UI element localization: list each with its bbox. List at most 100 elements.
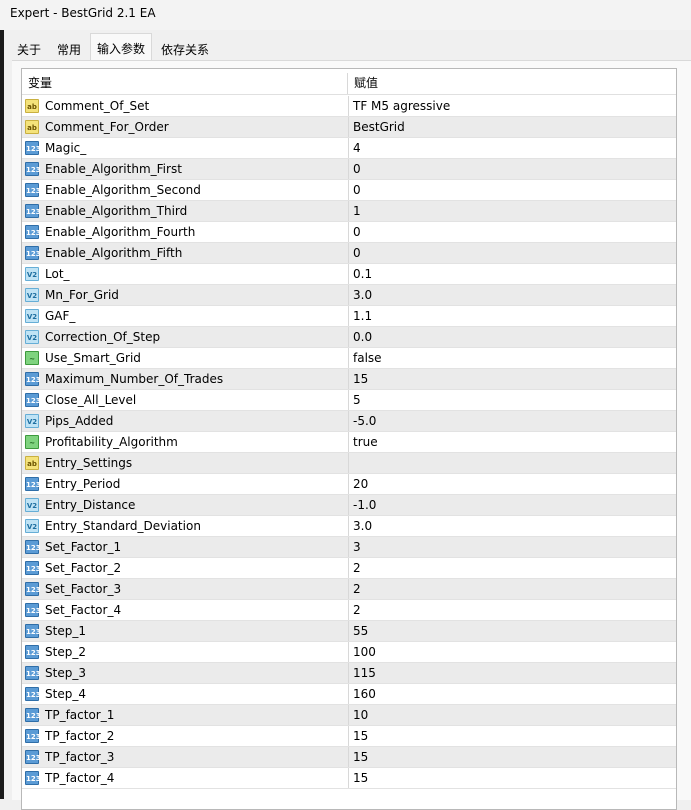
- parameter-value[interactable]: 0: [349, 159, 361, 179]
- parameter-value[interactable]: 1.1: [349, 306, 372, 326]
- parameter-name: Entry_Period: [45, 477, 121, 491]
- integer-type-icon: 123: [25, 246, 41, 260]
- integer-type-icon: 123: [25, 624, 41, 638]
- table-row[interactable]: V2 Correction_Of_Step 0.0: [22, 327, 676, 348]
- table-row[interactable]: 123 Step_1 55: [22, 621, 676, 642]
- tab-inputs[interactable]: 输入参数: [90, 33, 153, 62]
- parameter-name-cell: 123 Set_Factor_1: [22, 537, 349, 557]
- parameter-name: Enable_Algorithm_Fourth: [45, 225, 196, 239]
- parameter-value[interactable]: 1: [349, 201, 361, 221]
- parameter-name-cell: V2 Entry_Standard_Deviation: [22, 516, 349, 536]
- parameter-value[interactable]: 2: [349, 558, 361, 578]
- table-row[interactable]: ab Comment_Of_Set TF M5 agressive: [22, 96, 676, 117]
- parameter-value[interactable]: 4: [349, 138, 361, 158]
- table-row[interactable]: V2 Lot_ 0.1: [22, 264, 676, 285]
- parameter-value[interactable]: 15: [349, 768, 368, 788]
- table-row[interactable]: 123 TP_factor_4 15: [22, 768, 676, 789]
- parameter-value[interactable]: 15: [349, 726, 368, 746]
- table-row[interactable]: 123 Entry_Period 20: [22, 474, 676, 495]
- parameter-value[interactable]: 10: [349, 705, 368, 725]
- parameter-name: Set_Factor_3: [45, 582, 122, 596]
- table-row[interactable]: ab Comment_For_Order BestGrid: [22, 117, 676, 138]
- parameter-name: Step_2: [45, 645, 86, 659]
- parameter-name-cell: 123 TP_factor_2: [22, 726, 349, 746]
- table-row[interactable]: 123 Step_2 100: [22, 642, 676, 663]
- integer-type-icon: 123: [25, 225, 41, 239]
- parameter-value[interactable]: 0: [349, 243, 361, 263]
- table-row[interactable]: 123 Set_Factor_1 3: [22, 537, 676, 558]
- table-row[interactable]: 123 Magic_ 4: [22, 138, 676, 159]
- table-row[interactable]: 123 Enable_Algorithm_Fourth 0: [22, 222, 676, 243]
- parameter-name: GAF_: [45, 309, 76, 323]
- table-row[interactable]: 123 TP_factor_3 15: [22, 747, 676, 768]
- parameter-value[interactable]: true: [349, 432, 378, 452]
- table-row[interactable]: ~ Profitability_Algorithm true: [22, 432, 676, 453]
- parameter-name-cell: 123 Enable_Algorithm_Second: [22, 180, 349, 200]
- tab-common[interactable]: 常用: [50, 36, 89, 62]
- parameter-value[interactable]: 20: [349, 474, 368, 494]
- integer-type-icon: 123: [25, 603, 41, 617]
- integer-type-icon: 123: [25, 750, 41, 764]
- parameter-value[interactable]: 0.0: [349, 327, 372, 347]
- parameter-value[interactable]: 5: [349, 390, 361, 410]
- title-bar: Expert - BestGrid 2.1 EA: [0, 0, 691, 30]
- background-window-edge: [0, 0, 4, 799]
- parameter-value[interactable]: 2: [349, 579, 361, 599]
- tab-about[interactable]: 关于: [10, 36, 49, 62]
- parameter-value[interactable]: 15: [349, 747, 368, 767]
- table-row[interactable]: 123 Step_3 115: [22, 663, 676, 684]
- table-row[interactable]: 123 Enable_Algorithm_Second 0: [22, 180, 676, 201]
- table-row[interactable]: 123 Set_Factor_4 2: [22, 600, 676, 621]
- table-row[interactable]: ~ Use_Smart_Grid false: [22, 348, 676, 369]
- table-header: 变量 赋值: [22, 73, 676, 95]
- parameter-value[interactable]: BestGrid: [349, 117, 405, 137]
- parameter-value[interactable]: 160: [349, 684, 376, 704]
- tab-dependencies[interactable]: 依存关系: [154, 36, 217, 62]
- parameter-value[interactable]: false: [349, 348, 382, 368]
- parameter-value[interactable]: TF M5 agressive: [349, 96, 450, 116]
- table-row[interactable]: 123 Enable_Algorithm_First 0: [22, 159, 676, 180]
- parameter-name-cell: ~ Profitability_Algorithm: [22, 432, 349, 452]
- parameter-value[interactable]: 100: [349, 642, 376, 662]
- parameter-value[interactable]: 55: [349, 621, 368, 641]
- parameter-value[interactable]: 3.0: [349, 285, 372, 305]
- parameter-value[interactable]: 3.0: [349, 516, 372, 536]
- parameter-value[interactable]: 0: [349, 222, 361, 242]
- column-header-value[interactable]: 赋值: [348, 73, 378, 94]
- parameter-name-cell: 123 Close_All_Level: [22, 390, 349, 410]
- parameter-value[interactable]: 2: [349, 600, 361, 620]
- parameter-name: Step_4: [45, 687, 86, 701]
- table-row[interactable]: V2 GAF_ 1.1: [22, 306, 676, 327]
- parameter-name: Entry_Settings: [45, 456, 133, 470]
- table-row[interactable]: 123 Maximum_Number_Of_Trades 15: [22, 369, 676, 390]
- table-row[interactable]: 123 TP_factor_2 15: [22, 726, 676, 747]
- table-row[interactable]: V2 Entry_Distance -1.0: [22, 495, 676, 516]
- table-row[interactable]: 123 Close_All_Level 5: [22, 390, 676, 411]
- integer-type-icon: 123: [25, 540, 41, 554]
- parameter-value[interactable]: -1.0: [349, 495, 376, 515]
- parameter-value[interactable]: 0: [349, 180, 361, 200]
- parameter-name-cell: ab Comment_For_Order: [22, 117, 349, 137]
- parameter-value[interactable]: 115: [349, 663, 376, 683]
- table-row[interactable]: V2 Mn_For_Grid 3.0: [22, 285, 676, 306]
- parameter-value[interactable]: 0.1: [349, 264, 372, 284]
- integer-type-icon: 123: [25, 561, 41, 575]
- table-row[interactable]: 123 Enable_Algorithm_Third 1: [22, 201, 676, 222]
- table-row[interactable]: V2 Entry_Standard_Deviation 3.0: [22, 516, 676, 537]
- parameter-name: Set_Factor_4: [45, 603, 122, 617]
- parameter-name: Step_3: [45, 666, 86, 680]
- table-row[interactable]: 123 Set_Factor_3 2: [22, 579, 676, 600]
- parameter-name-cell: 123 Step_4: [22, 684, 349, 704]
- parameter-name: Enable_Algorithm_Second: [45, 183, 201, 197]
- column-header-variable[interactable]: 变量: [22, 73, 348, 94]
- table-row[interactable]: ab Entry_Settings: [22, 453, 676, 474]
- table-row[interactable]: 123 Set_Factor_2 2: [22, 558, 676, 579]
- table-row[interactable]: V2 Pips_Added -5.0: [22, 411, 676, 432]
- table-row[interactable]: 123 Step_4 160: [22, 684, 676, 705]
- parameter-value[interactable]: [349, 453, 353, 473]
- table-row[interactable]: 123 TP_factor_1 10: [22, 705, 676, 726]
- table-row[interactable]: 123 Enable_Algorithm_Fifth 0: [22, 243, 676, 264]
- parameter-value[interactable]: 15: [349, 369, 368, 389]
- parameter-value[interactable]: 3: [349, 537, 361, 557]
- parameter-value[interactable]: -5.0: [349, 411, 376, 431]
